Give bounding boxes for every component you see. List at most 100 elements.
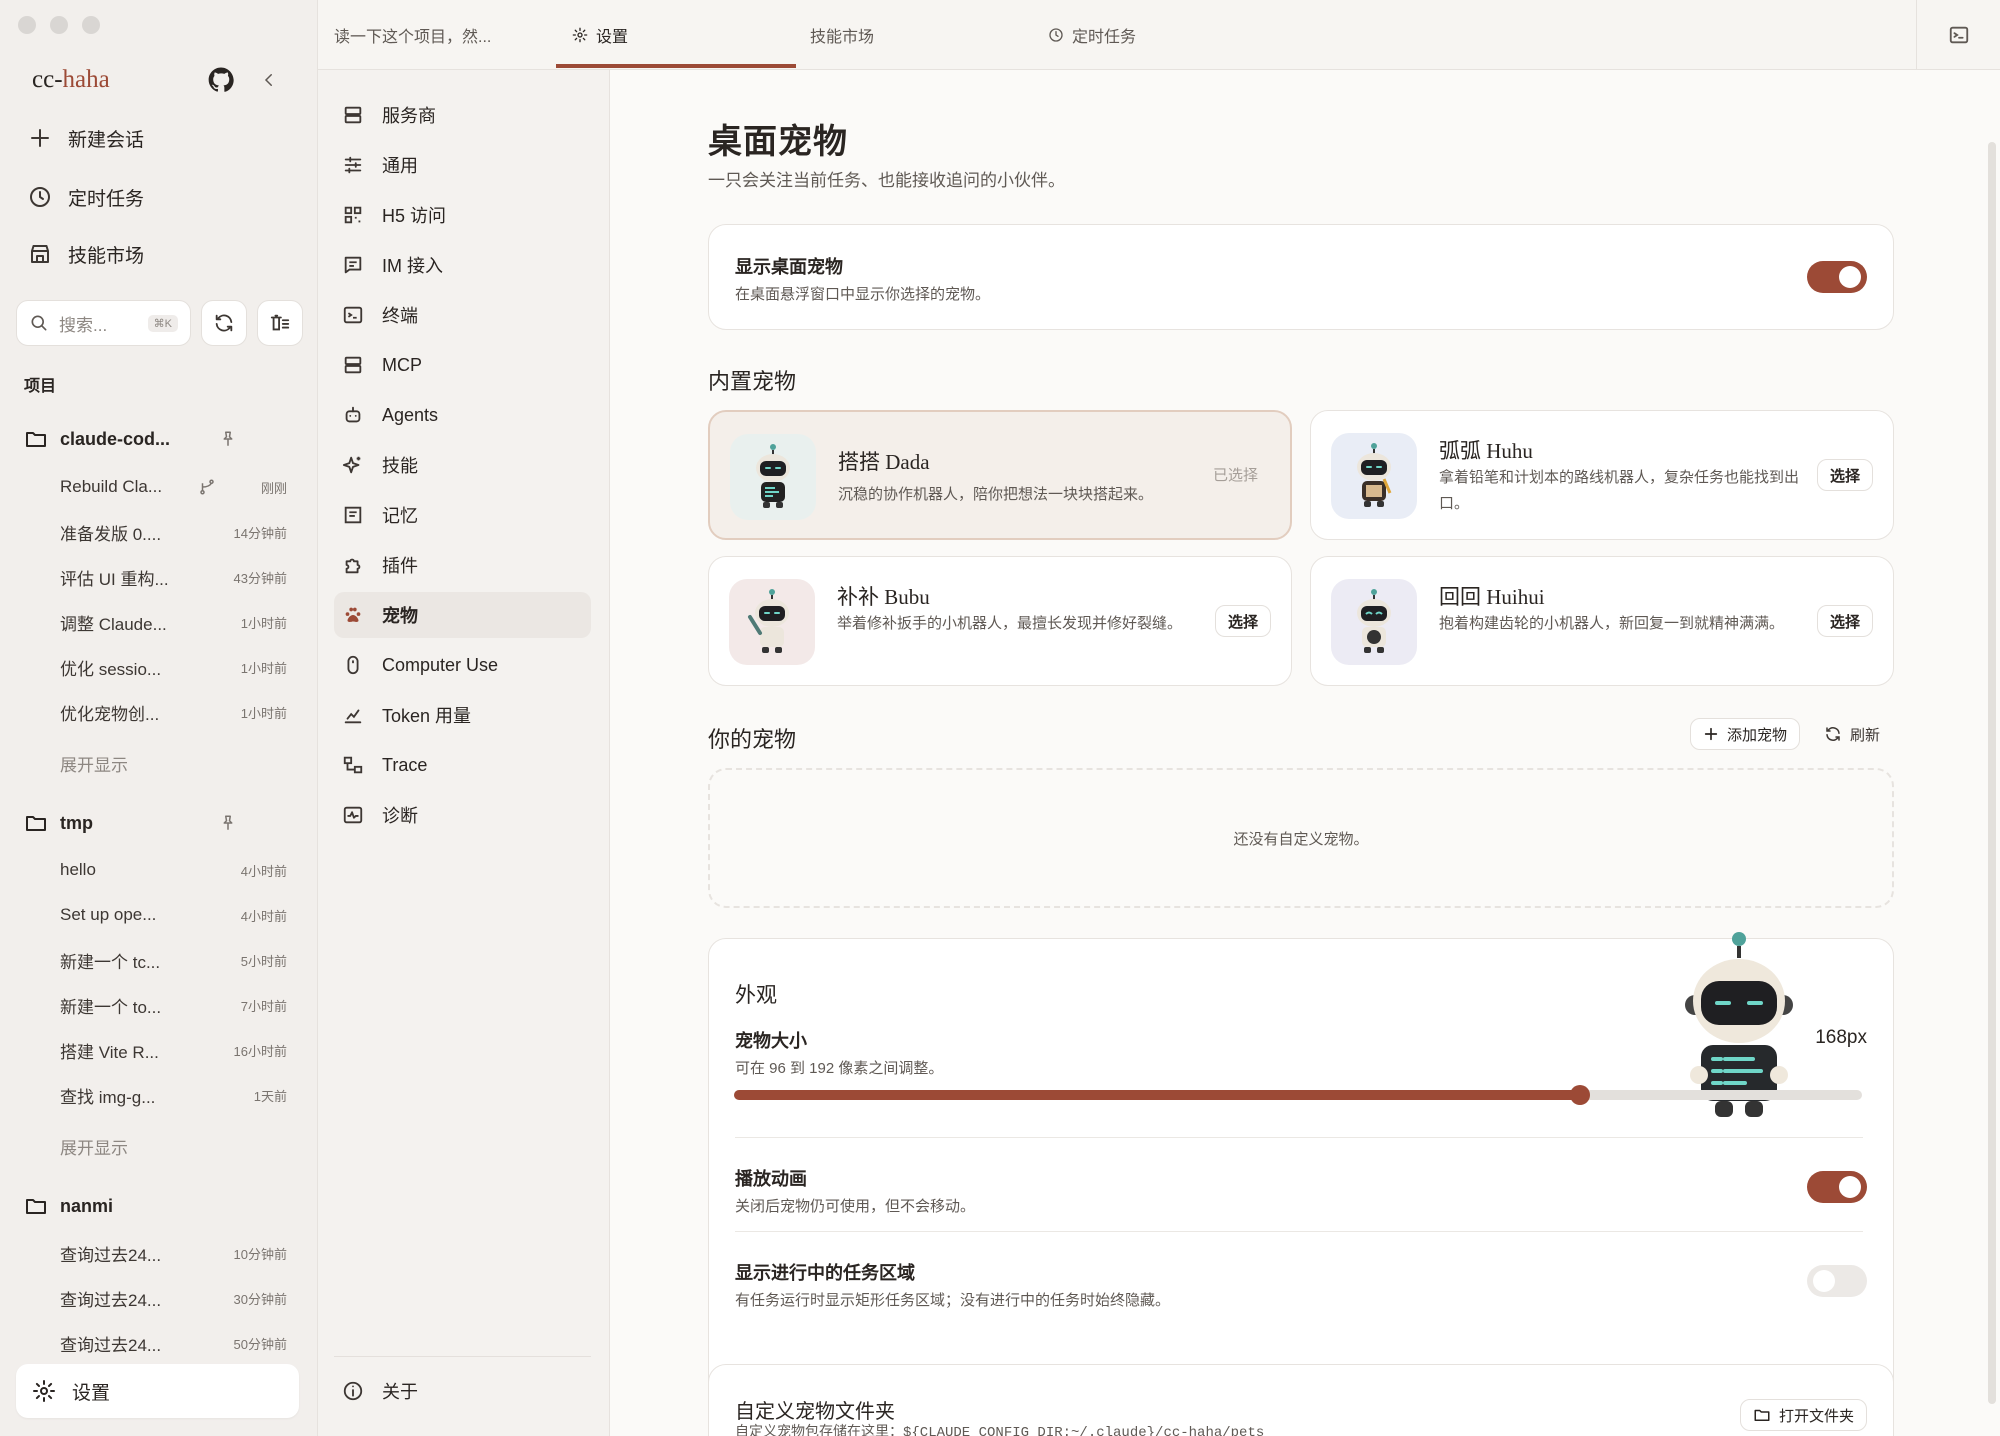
conversation-item[interactable]: 优化 sessio... 1小时前 (60, 652, 287, 682)
skills-market-button[interactable]: 技能市场 (28, 234, 144, 274)
conversation-title: 查询过去24... (60, 1245, 162, 1265)
close-window-button[interactable] (18, 16, 36, 34)
open-folder-button[interactable]: 打开文件夹 (1739, 1399, 1867, 1431)
pet-size-slider[interactable] (734, 1085, 1862, 1105)
sidebar-settings-button[interactable]: 设置 (16, 1364, 299, 1418)
conversation-item[interactable]: 查询过去24... 10分钟前 (60, 1238, 287, 1268)
conversation-time: 5小时前 (240, 953, 287, 969)
pet-card-dada[interactable]: 搭搭 Dada 沉稳的协作机器人，陪你把想法一块块搭起来。 已选择 (708, 410, 1292, 540)
pet-card-huihui[interactable]: 回回 Huihui 抱着构建齿轮的小机器人，新回复一到就精神满满。 选择 (1310, 556, 1894, 686)
tab-conversation[interactable]: 读一下这个项目，然... (334, 0, 491, 70)
settings-nav-memory[interactable]: 记忆 (334, 492, 591, 538)
conversation-time: 1天前 (253, 1088, 287, 1104)
pet-name: 搭搭 Dada (838, 450, 930, 474)
nav-label: 关于 (382, 1382, 418, 1402)
pet-card-bubu[interactable]: 补补 Bubu 举着修补扳手的小机器人，最擅长发现并修好裂缝。 选择 (708, 556, 1292, 686)
conversation-title: 搭建 Vite R... (60, 1042, 159, 1062)
left-sidebar: cc-haha 新建会话 定时任务 技能市场 搜索... ⌘K 项目 claud… (0, 0, 318, 1436)
settings-nav-h5[interactable]: H5 访问 (334, 192, 591, 238)
settings-nav-im[interactable]: IM 接入 (334, 242, 591, 288)
window-controls (18, 16, 100, 34)
terminal-panel-button[interactable] (1916, 0, 2000, 70)
conversation-item[interactable]: 查询过去24... 30分钟前 (60, 1283, 287, 1313)
new-chat-button[interactable]: 新建会话 (28, 118, 144, 158)
tab-label: 定时任务 (1072, 29, 1137, 46)
slider-thumb[interactable] (1570, 1085, 1590, 1105)
settings-nav-terminal[interactable]: 终端 (334, 292, 591, 338)
conversation-item[interactable]: Rebuild Cla... 刚刚 (60, 472, 287, 502)
search-icon (31, 315, 47, 331)
conversation-item[interactable]: 优化宠物创... 1小时前 (60, 697, 287, 727)
show-pet-title: 显示桌面宠物 (735, 257, 843, 277)
github-icon[interactable] (203, 62, 239, 98)
nav-label: 记忆 (382, 506, 418, 526)
add-pet-button[interactable]: 添加宠物 (1690, 718, 1801, 750)
divider (735, 1137, 1863, 1138)
plus-icon (31, 129, 49, 147)
settings-nav-diagnostics[interactable]: 诊断 (334, 792, 591, 838)
animation-toggle[interactable] (1807, 1171, 1867, 1203)
conversation-item[interactable]: 新建一个 tc... 5小时前 (60, 945, 287, 975)
project-tmp[interactable]: tmp (24, 806, 287, 840)
project-nanmi[interactable]: nanmi (24, 1189, 287, 1223)
conversation-time: 刚刚 (260, 480, 287, 496)
settings-nav-providers[interactable]: 服务商 (334, 92, 591, 138)
nav-label: 终端 (382, 306, 418, 326)
conversation-title: 查找 img-g... (60, 1087, 156, 1107)
settings-nav-pets[interactable]: 宠物 (334, 592, 591, 638)
tab-scheduled-tasks[interactable]: 定时任务 (1048, 0, 1136, 70)
conversation-item[interactable]: hello 4小时前 (60, 855, 287, 885)
expand-more-button[interactable]: 展开显示 (60, 1134, 128, 1159)
pet-card-huhu[interactable]: 弧弧 Huhu 拿着铅笔和计划本的路线机器人，复杂任务也能找到出口。 选择 (1310, 410, 1894, 540)
task-area-toggle[interactable] (1807, 1265, 1867, 1297)
settings-nav-token-usage[interactable]: Token 用量 (334, 692, 591, 738)
conversation-item[interactable]: 新建一个 to... 7小时前 (60, 990, 287, 1020)
settings-nav-mcp[interactable]: MCP (334, 342, 591, 388)
expand-more-button[interactable]: 展开显示 (60, 751, 128, 776)
conversation-item[interactable]: 评估 UI 重构... 43分钟前 (60, 562, 287, 592)
appearance-title: 外观 (735, 983, 777, 1007)
conversation-time: 16小时前 (233, 1043, 287, 1059)
collapse-sidebar-icon[interactable] (251, 62, 287, 98)
conversation-time: 7小时前 (240, 998, 287, 1014)
conversation-item[interactable]: Set up ope... 4小时前 (60, 900, 287, 930)
conversation-item[interactable]: 查询过去24... 50分钟前 (60, 1328, 287, 1358)
conversation-item[interactable]: 调整 Claude... 1小时前 (60, 607, 287, 637)
tab-skills-market[interactable]: 技能市场 (810, 0, 874, 70)
settings-nav-plugins[interactable]: 插件 (334, 542, 591, 588)
select-pet-button[interactable]: 选择 (1215, 605, 1271, 637)
conversation-item[interactable]: 搭建 Vite R... 16小时前 (60, 1035, 287, 1065)
refresh-pets-button[interactable]: 刷新 (1824, 718, 1880, 750)
settings-nav-agents[interactable]: Agents (334, 392, 591, 438)
scheduled-tasks-label: 定时任务 (68, 188, 145, 210)
refresh-pets-label: 刷新 (1850, 726, 1881, 744)
settings-nav-general[interactable]: 通用 (334, 142, 591, 188)
folder-icon (26, 432, 46, 447)
conversation-item[interactable]: 准备发版 0.... 14分钟前 (60, 517, 287, 547)
pin-icon[interactable] (219, 430, 237, 448)
show-pet-toggle[interactable] (1807, 261, 1867, 293)
tab-settings[interactable]: 设置 (572, 0, 628, 70)
select-pet-button[interactable]: 选择 (1817, 605, 1873, 637)
pin-icon[interactable] (219, 814, 237, 832)
scheduled-tasks-button[interactable]: 定时任务 (28, 177, 144, 217)
scrollbar[interactable] (1988, 142, 1996, 1404)
your-pets-title: 你的宠物 (708, 727, 797, 752)
pet-name: 补补 Bubu (837, 585, 930, 609)
project-claude-code[interactable]: claude-cod... (24, 422, 287, 456)
conversation-time: 10分钟前 (233, 1246, 287, 1262)
search-input[interactable]: 搜索... ⌘K (16, 300, 191, 346)
maximize-window-button[interactable] (82, 16, 100, 34)
settings-nav-skills[interactable]: 技能 (334, 442, 591, 488)
pet-selected-status: 已选择 (1212, 467, 1258, 484)
conversation-item[interactable]: 查找 img-g... 1天前 (60, 1080, 287, 1110)
batch-delete-button[interactable] (257, 300, 303, 346)
minimize-window-button[interactable] (50, 16, 68, 34)
folder-icon (26, 816, 46, 831)
settings-nav-about[interactable]: 关于 (334, 1368, 591, 1414)
settings-nav-trace[interactable]: Trace (334, 742, 591, 788)
refresh-button[interactable] (201, 300, 247, 346)
select-pet-button[interactable]: 选择 (1817, 459, 1873, 491)
settings-nav-computer-use[interactable]: Computer Use (334, 642, 591, 688)
terminal-panel-icon (1949, 26, 1968, 44)
